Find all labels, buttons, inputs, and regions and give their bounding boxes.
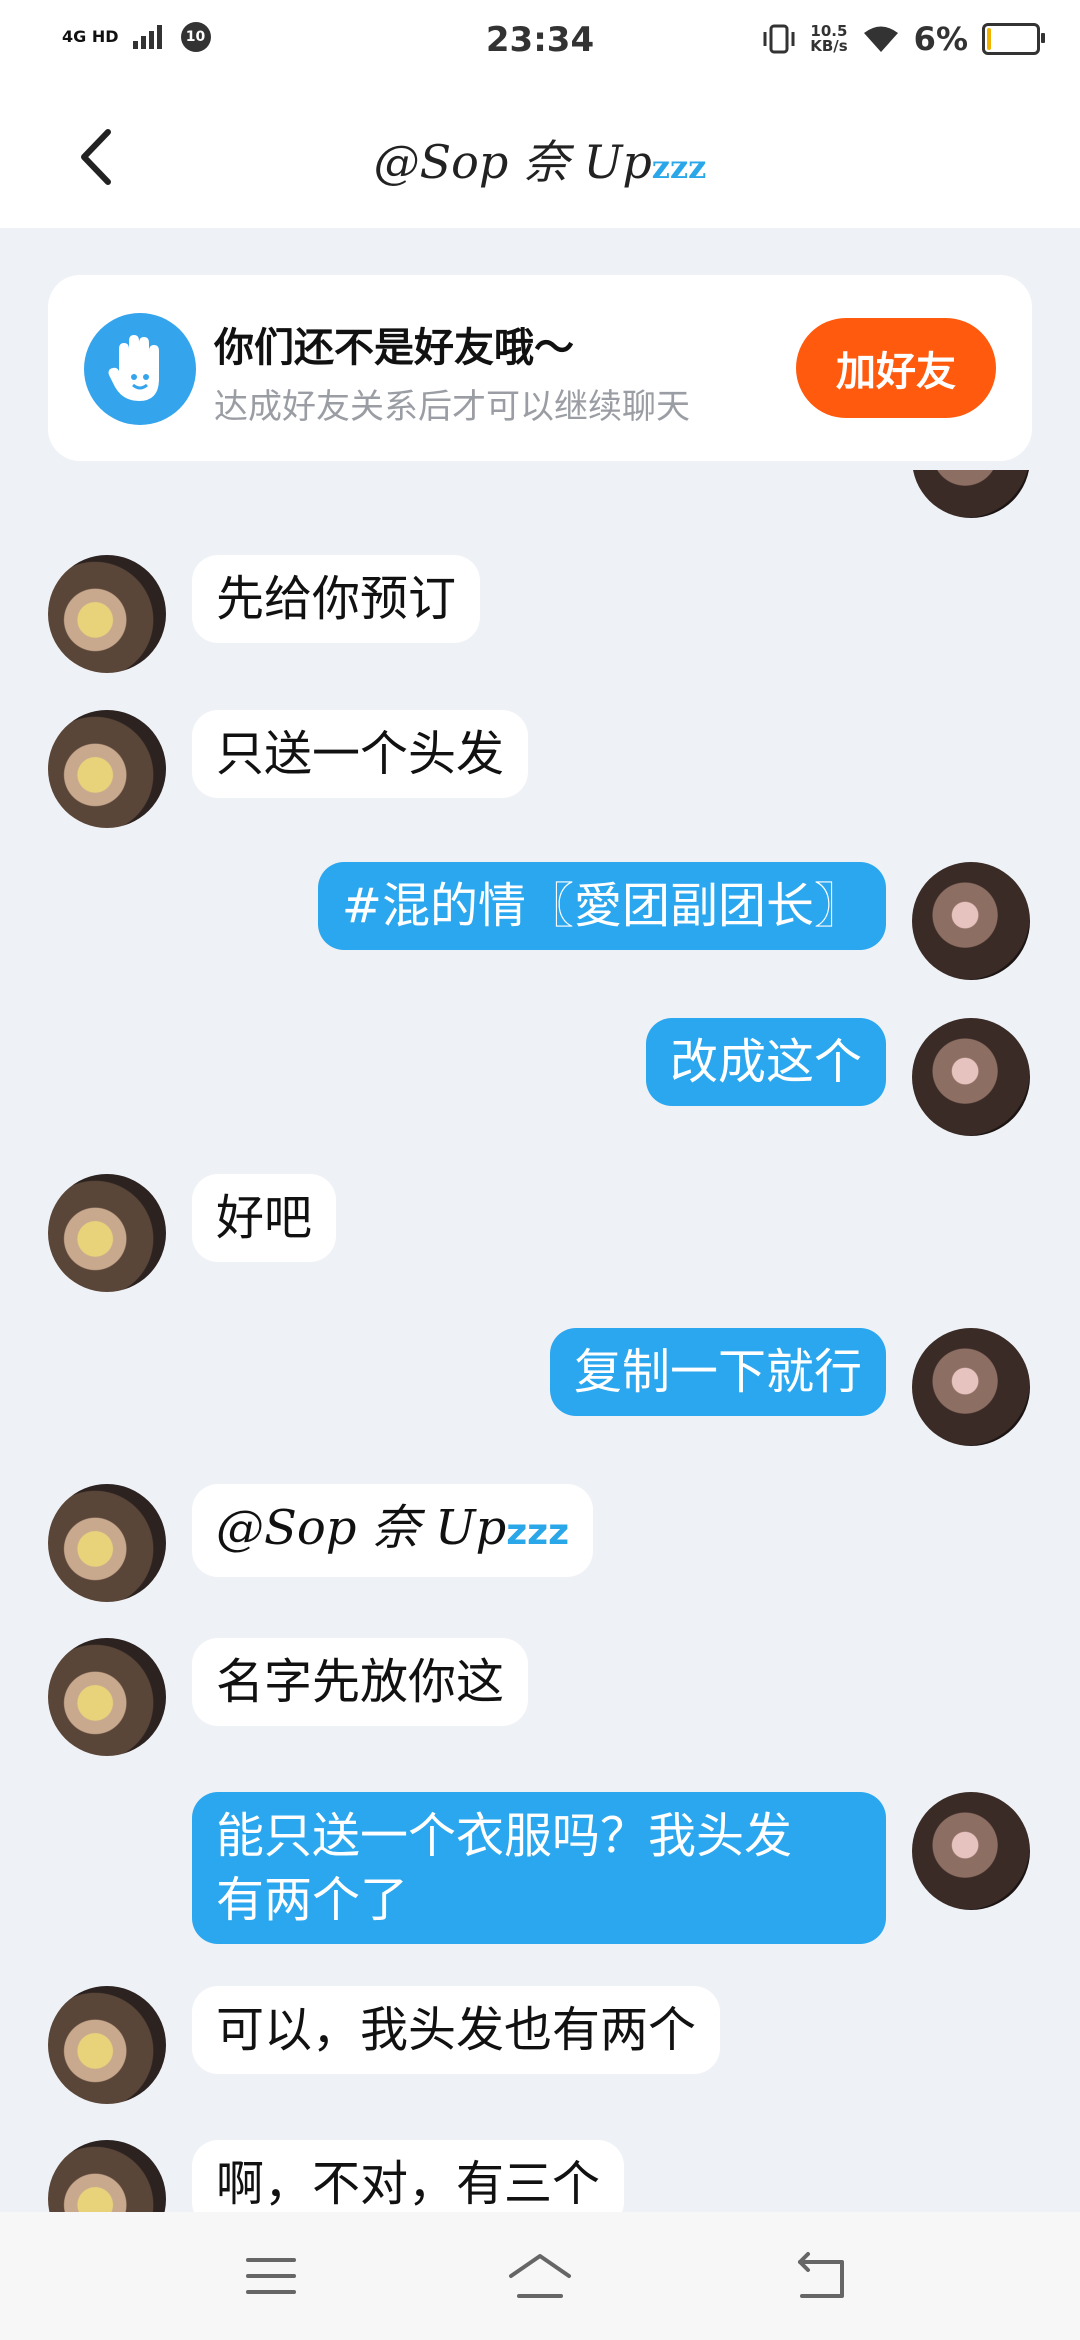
back-nav-button[interactable]: [788, 2246, 858, 2306]
message-bubble[interactable]: 只送一个头发: [192, 710, 529, 798]
message-line: 能只送一个衣服吗？我头发: [216, 1808, 793, 1864]
card-subtitle: 达成好友关系后才可以继续聊天: [214, 387, 690, 427]
wifi-icon: [863, 26, 898, 52]
avatar[interactable]: [48, 1484, 166, 1602]
menu-icon: [246, 2258, 296, 2294]
vibrate-icon: [763, 24, 795, 54]
avatar[interactable]: [48, 1638, 166, 1756]
speed-unit: KB/s: [810, 37, 848, 55]
home-button[interactable]: [505, 2246, 575, 2306]
avatar[interactable]: [48, 1174, 166, 1292]
home-icon: [509, 2254, 571, 2298]
message-bubble[interactable]: 啊，不对，有三个: [192, 2140, 625, 2212]
message-bubble[interactable]: @Sop 奈 Upzzz: [192, 1484, 594, 1577]
menu-button[interactable]: [236, 2246, 306, 2306]
message-bubble[interactable]: 能只送一个衣服吗？我头发 有两个了: [192, 1792, 886, 1944]
add-friend-button[interactable]: 加好友: [796, 318, 996, 418]
status-bar: 4G HD 10 23:34 10.5 KB/s 6%: [0, 0, 1080, 84]
chat-title: @Sop 奈 Upzzz: [0, 126, 1080, 192]
message-bubble[interactable]: 先给你预订: [192, 555, 481, 643]
back-icon: [798, 2252, 844, 2298]
status-right: 10.5 KB/s 6%: [762, 20, 1045, 58]
message-line: 有两个了: [216, 1872, 409, 1928]
network-speed: 10.5 KB/s: [810, 24, 847, 54]
card-title: 你们还不是好友哦～: [214, 325, 574, 371]
hand-wave-icon: [84, 313, 196, 425]
message-bubble[interactable]: 改成这个: [645, 1018, 886, 1106]
not-friends-card: 你们还不是好友哦～ 达成好友关系后才可以继续聊天 加好友: [48, 275, 1032, 461]
message-list[interactable]: 先给你预订 只送一个头发 #混的情〖愛团副团长〗 改成这个 好吧 复制一下就行 …: [0, 470, 1080, 2212]
avatar[interactable]: [912, 1018, 1030, 1136]
avatar[interactable]: [48, 710, 166, 828]
message-bubble[interactable]: 复制一下就行: [549, 1328, 886, 1416]
avatar[interactable]: [48, 555, 166, 673]
avatar[interactable]: [912, 470, 1030, 518]
battery-fill: [987, 28, 991, 50]
chat-title-text: @Sop 奈 Up: [373, 135, 652, 189]
message-bubble[interactable]: 可以，我头发也有两个: [192, 1986, 721, 2074]
battery-percent: 6%: [913, 20, 968, 58]
battery-icon: [982, 23, 1045, 55]
avatar[interactable]: [912, 1328, 1030, 1446]
chat-header: @Sop 奈 Upzzz: [0, 84, 1080, 228]
sleep-zzz-icon: zzz: [506, 1512, 570, 1553]
sleep-zzz-icon: zzz: [651, 148, 707, 186]
system-nav-bar: [0, 2212, 1080, 2340]
avatar[interactable]: [48, 1986, 166, 2104]
avatar[interactable]: [912, 1792, 1030, 1910]
message-bubble[interactable]: 好吧: [192, 1174, 337, 1262]
message-bubble[interactable]: 名字先放你这: [192, 1638, 529, 1726]
avatar[interactable]: [912, 862, 1030, 980]
message-bubble[interactable]: #混的情〖愛团副团长〗: [317, 862, 886, 950]
message-text: @Sop 奈 Up: [216, 1500, 507, 1556]
avatar[interactable]: [48, 2140, 166, 2212]
